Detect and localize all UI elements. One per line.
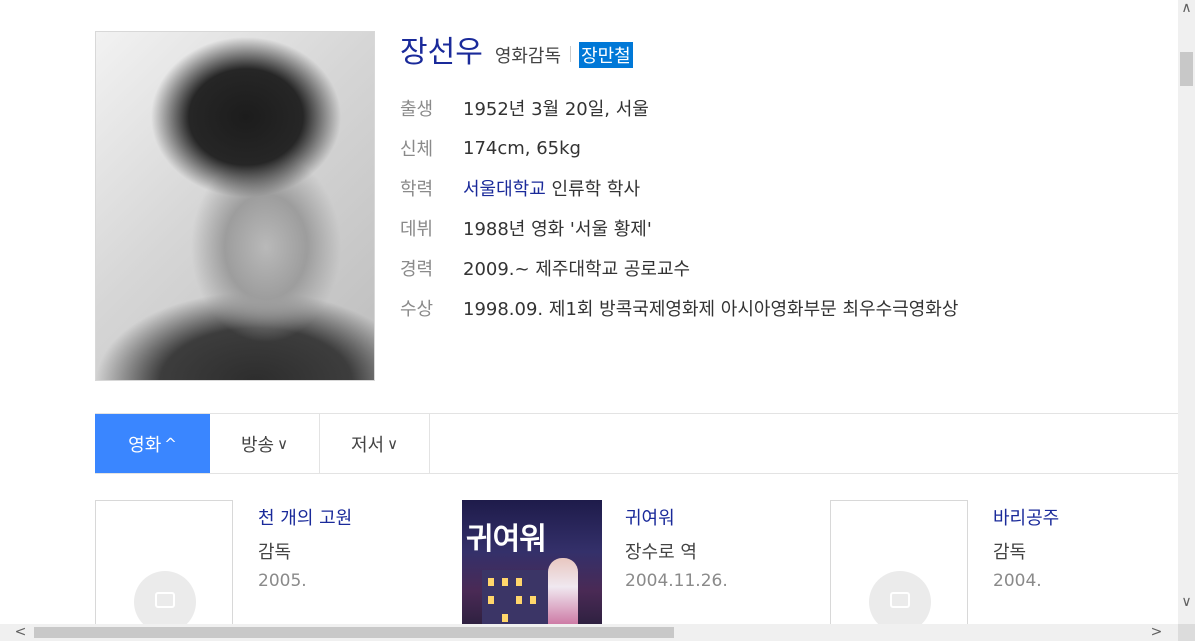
tab-label: 방송 (240, 434, 275, 456)
person-job: 영화감독 (494, 46, 562, 67)
info-label: 신체 (400, 139, 434, 160)
placeholder-image-icon (134, 571, 196, 624)
info-label: 경력 (400, 259, 434, 280)
work-title[interactable]: 바리공주 (993, 504, 1059, 530)
info-label: 데뷔 (400, 219, 434, 240)
filmography-tabs: 영화 ^ 방송 ∨ 저서 ∨ (95, 413, 1178, 474)
info-value: 1988년 영화 '서울 황제' (463, 219, 652, 240)
tab-label: 영화 (128, 434, 162, 456)
person-profile-page: 장선우 영화감독 장만철 출생 1952년 3월 20일, 서울 신체 174c… (0, 0, 1178, 624)
info-value: 2009.~ 제주대학교 공로교수 (463, 259, 691, 280)
poster-figure (548, 558, 578, 624)
poster-title: 귀여워 (466, 522, 547, 557)
tab-label: 저서 (350, 434, 385, 456)
info-value: 1998.09. 제1회 방콕국제영화제 아시아영화부문 최우수극영화상 (463, 299, 959, 320)
profile-info-list: 출생 1952년 3월 20일, 서울 신체 174cm, 65kg 학력 서울… (400, 88, 958, 328)
vertical-scrollbar[interactable]: ∧ ∨ (1178, 0, 1195, 624)
info-label: 학력 (400, 179, 434, 200)
info-value: 인류학 학사 (545, 179, 641, 200)
work-thumbnail[interactable] (95, 500, 233, 624)
scroll-right-icon[interactable]: > (1148, 624, 1165, 641)
chevron-up-icon: ^ (164, 434, 177, 453)
work-title[interactable]: 귀여워 (625, 504, 675, 530)
work-role: 감독 (993, 542, 1027, 563)
horizontal-scroll-thumb[interactable] (34, 627, 674, 638)
info-value: 1952년 3월 20일, 서울 (463, 99, 649, 120)
scroll-left-icon[interactable]: < (12, 624, 29, 641)
info-row-award: 수상 1998.09. 제1회 방콕국제영화제 아시아영화부문 최우수극영화상 (400, 288, 958, 328)
info-value: 174cm, 65kg (463, 137, 581, 159)
scrollbar-corner (1178, 624, 1195, 641)
info-row-career: 경력 2009.~ 제주대학교 공로교수 (400, 248, 958, 288)
tab-broadcast[interactable]: 방송 ∨ (210, 414, 320, 473)
university-link[interactable]: 서울대학교 (463, 179, 546, 200)
work-date: 2005. (258, 571, 307, 591)
work-card[interactable]: 천 개의 고원 감독 2005. (95, 500, 435, 624)
poster-building (482, 570, 552, 624)
profile-photo[interactable] (95, 31, 375, 381)
info-label: 수상 (400, 299, 434, 320)
tab-books[interactable]: 저서 ∨ (320, 414, 430, 473)
info-label: 출생 (400, 99, 434, 120)
scroll-up-icon[interactable]: ∧ (1178, 0, 1195, 17)
info-row-body: 신체 174cm, 65kg (400, 128, 958, 168)
scroll-down-icon[interactable]: ∨ (1178, 594, 1195, 611)
divider (570, 46, 572, 62)
movie-poster[interactable]: 귀여워 (462, 500, 602, 624)
work-date: 2004.11.26. (625, 571, 728, 591)
person-alias-selected[interactable]: 장만철 (579, 42, 633, 68)
work-thumbnail[interactable] (830, 500, 968, 624)
info-row-education: 학력 서울대학교 인류학 학사 (400, 168, 958, 208)
work-card[interactable]: 바리공주 감독 2004. (830, 500, 1170, 624)
vertical-scroll-thumb[interactable] (1180, 52, 1193, 86)
work-role: 장수로 역 (625, 542, 697, 563)
person-name: 장선우 (400, 35, 483, 70)
chevron-down-icon: ∨ (277, 434, 289, 453)
horizontal-scrollbar[interactable]: < > (0, 624, 1178, 641)
placeholder-image-icon (869, 571, 931, 624)
info-row-birth: 출생 1952년 3월 20일, 서울 (400, 88, 958, 128)
name-row: 장선우 영화감독 장만철 (400, 27, 633, 70)
tab-movie[interactable]: 영화 ^ (95, 414, 210, 473)
chevron-down-icon: ∨ (387, 434, 399, 453)
work-card[interactable]: 귀여워 귀여워 장수로 역 2004.11.26. (462, 500, 802, 624)
work-date: 2004. (993, 571, 1042, 591)
info-row-debut: 데뷔 1988년 영화 '서울 황제' (400, 208, 958, 248)
work-title[interactable]: 천 개의 고원 (258, 504, 352, 530)
info-value-group: 서울대학교 인류학 학사 (463, 175, 640, 201)
work-role: 감독 (258, 542, 292, 563)
